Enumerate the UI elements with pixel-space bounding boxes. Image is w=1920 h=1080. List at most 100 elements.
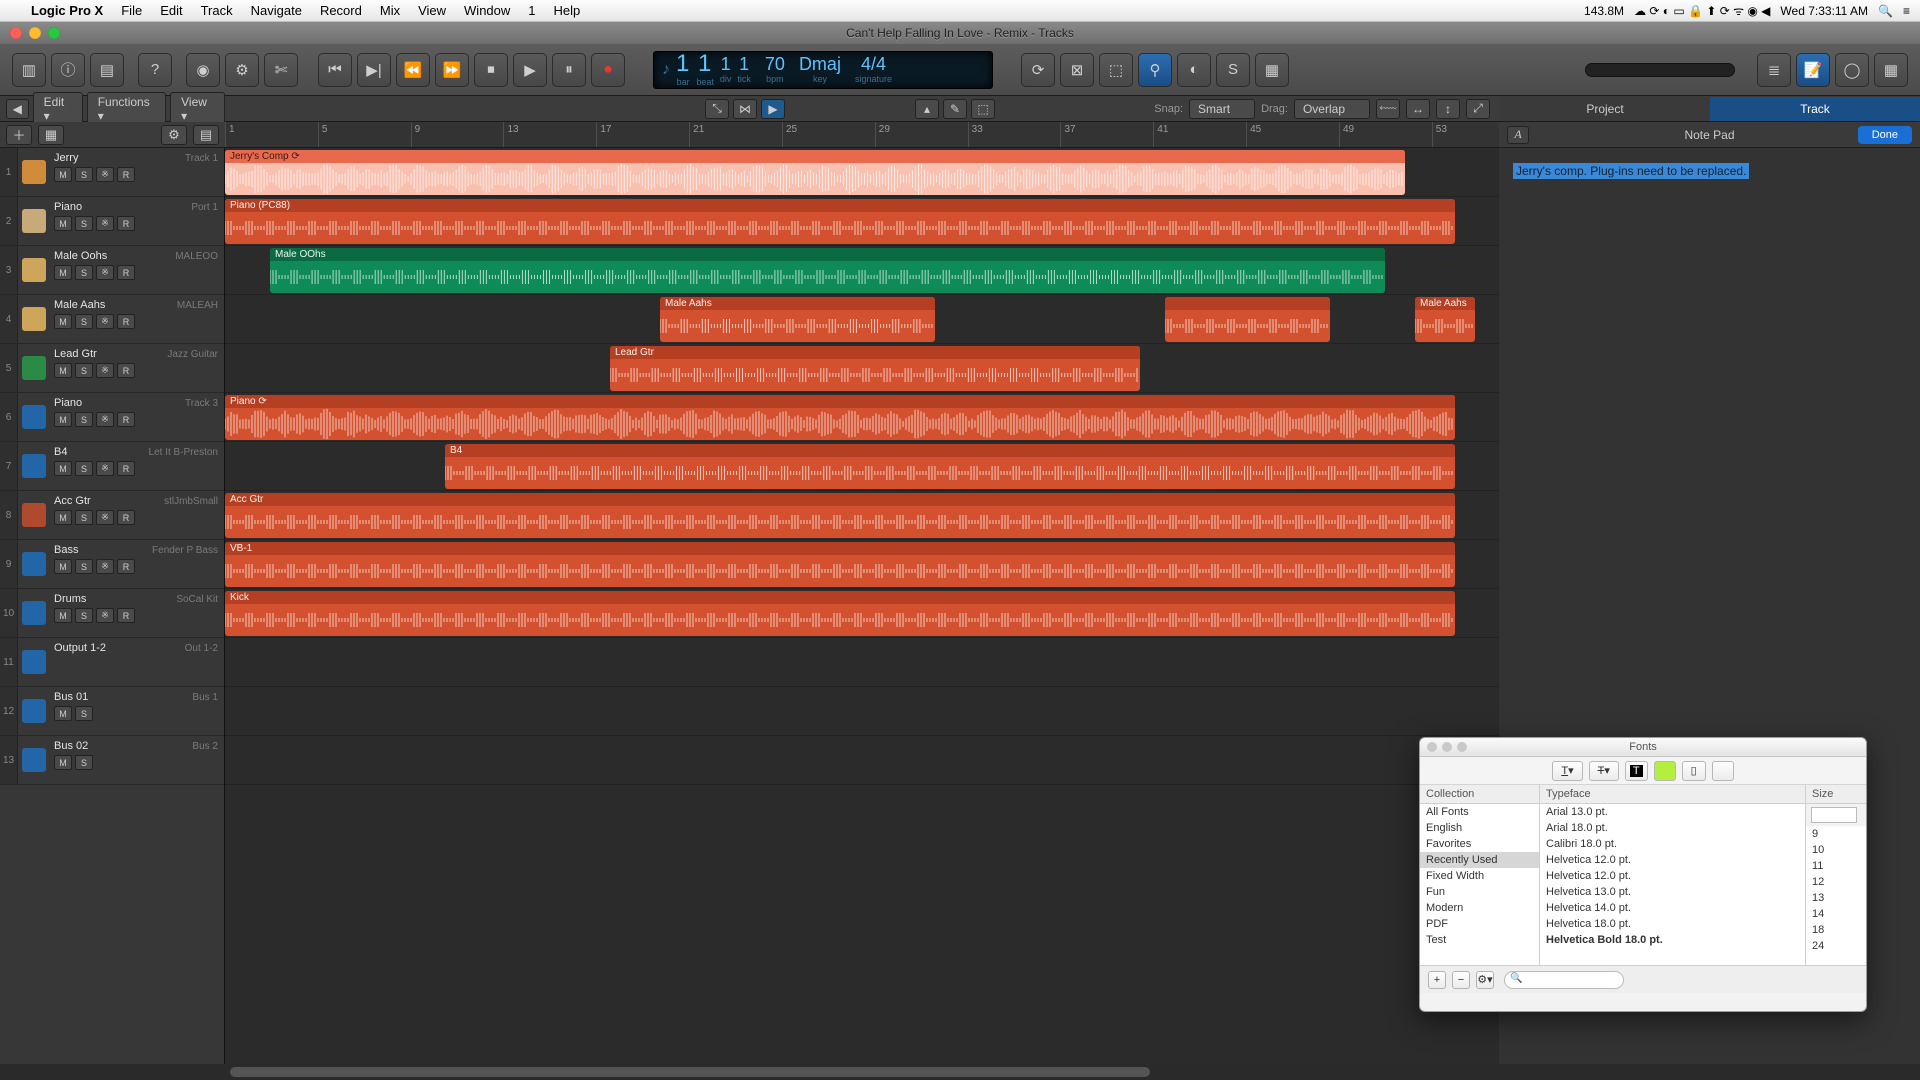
track-lane[interactable]: Male Aahs Male Aahs [225,295,1499,344]
menu-help[interactable]: Help [545,3,590,18]
track-m-button[interactable]: M [54,559,72,574]
collection-item[interactable]: Fun [1420,884,1539,900]
menu-icon[interactable]: ≡ [1903,4,1910,18]
editors-button[interactable]: ✄ [264,53,298,87]
fonts-search[interactable] [1504,971,1624,989]
menu-record[interactable]: Record [311,3,371,18]
track-lane[interactable] [225,638,1499,687]
menu-track[interactable]: Track [192,3,242,18]
track-※-button[interactable]: ※ [96,412,114,427]
region[interactable] [1165,297,1330,342]
underline-dropdown[interactable]: T ▾ [1552,761,1582,781]
track-s-button[interactable]: S [75,755,93,770]
loop-browser-button[interactable]: ◯ [1835,53,1869,87]
track-icon[interactable] [18,148,50,196]
size-item[interactable]: 18 [1806,922,1866,938]
track-r-button[interactable]: R [117,608,135,623]
collection-item[interactable]: All Fonts [1420,804,1539,820]
sync-button[interactable]: ◐ [1177,53,1211,87]
mixer-button[interactable]: ⚙ [225,53,259,87]
track-m-button[interactable]: M [54,314,72,329]
region[interactable]: Piano (PC88) [225,199,1455,244]
track-header[interactable]: 10 Drums SoCal Kit MS※R [0,589,224,638]
track-m-button[interactable]: M [54,706,72,721]
typeface-item[interactable]: Helvetica 13.0 pt. [1540,884,1805,900]
tab-project[interactable]: Project [1500,97,1710,121]
track-s-button[interactable]: S [75,216,93,231]
track-header[interactable]: 4 Male Aahs MALEAH MS※R [0,295,224,344]
menu-mix[interactable]: Mix [371,3,409,18]
spotlight-icon[interactable]: 🔍 [1878,4,1893,18]
track-header[interactable]: 7 B4 Let It B-Preston MS※R [0,442,224,491]
track-lane[interactable]: B4 [225,442,1499,491]
track-header[interactable]: 6 Piano Track 3 MS※R [0,393,224,442]
automation-toggle[interactable]: ⤡ [705,99,729,119]
drag-dropdown[interactable]: Overlap [1294,99,1370,119]
doc-color-button[interactable] [1654,761,1676,781]
track-m-button[interactable]: M [54,510,72,525]
track-lane[interactable] [225,687,1499,736]
flex-toggle[interactable]: ⋈ [733,99,757,119]
global-tracks-button[interactable]: ⚙ [161,125,187,145]
lcd-display[interactable]: ♪ 1bar 1beat 1div 1tick 70bpm Dmajkey 4/… [653,51,993,89]
pause-button[interactable]: ⏸ [552,53,586,87]
track-r-button[interactable]: R [117,265,135,280]
track-icon[interactable] [18,344,50,392]
typeface-item[interactable]: Arial 18.0 pt. [1540,820,1805,836]
track-m-button[interactable]: M [54,363,72,378]
action-menu[interactable]: ⚙▾ [1476,971,1494,989]
typeface-item[interactable]: Helvetica 12.0 pt. [1540,852,1805,868]
fonts-window[interactable]: Fonts T ▾ T ▾ T ▯ Collection All FontsEn… [1419,737,1867,1012]
rewind-fast-button[interactable]: ⏪ [396,53,430,87]
track-※-button[interactable]: ※ [96,608,114,623]
add-collection-button[interactable]: + [1428,971,1446,989]
track-※-button[interactable]: ※ [96,167,114,182]
track-filter-button[interactable]: ▤ [193,125,219,145]
autopunch-button[interactable]: ⬚ [1099,53,1133,87]
collection-item[interactable]: PDF [1420,916,1539,932]
collection-item[interactable]: Recently Used [1420,852,1539,868]
track-r-button[interactable]: R [117,412,135,427]
track-icon[interactable] [18,638,50,686]
track-header[interactable]: 13 Bus 02 Bus 2 MS [0,736,224,785]
track-header[interactable]: 8 Acc Gtr stlJmbSmall MS※R [0,491,224,540]
forward-end-button[interactable]: ▶| [357,53,391,87]
size-item[interactable]: 14 [1806,906,1866,922]
timeline-ruler[interactable]: 1591317212529333741454953 [225,122,1499,148]
zoom-window[interactable] [48,27,60,39]
track-header[interactable]: 5 Lead Gtr Jazz Guitar MS※R [0,344,224,393]
track-r-button[interactable]: R [117,216,135,231]
size-item[interactable]: 10 [1806,842,1866,858]
smart-controls-button[interactable]: ◉ [186,53,220,87]
minimize-window[interactable] [29,27,41,39]
track-header[interactable]: 11 Output 1-2 Out 1-2 [0,638,224,687]
region[interactable]: Kick [225,591,1455,636]
forward-fast-button[interactable]: ⏩ [435,53,469,87]
track-header[interactable]: 3 Male Oohs MALEOO MS※R [0,246,224,295]
track-icon[interactable] [18,246,50,294]
track-m-button[interactable]: M [54,216,72,231]
track-m-button[interactable]: M [54,608,72,623]
collection-item[interactable]: Fixed Width [1420,868,1539,884]
collection-item[interactable]: Favorites [1420,836,1539,852]
catch-playhead[interactable]: ▶ [761,99,785,119]
track-r-button[interactable]: R [117,559,135,574]
solo-button[interactable]: ⚲ [1138,53,1172,87]
track-header[interactable]: 9 Bass Fender P Bass MS※R [0,540,224,589]
remove-collection-button[interactable]: − [1452,971,1470,989]
region[interactable]: VB-1 [225,542,1455,587]
track-icon[interactable] [18,540,50,588]
region[interactable]: Acc Gtr [225,493,1455,538]
replace-button[interactable]: ⊠ [1060,53,1094,87]
track-icon[interactable] [18,197,50,245]
track-lane[interactable]: VB-1 [225,540,1499,589]
track-m-button[interactable]: M [54,167,72,182]
track-m-button[interactable]: M [54,412,72,427]
size-item[interactable]: 24 [1806,938,1866,954]
snap-dropdown[interactable]: Smart [1189,99,1255,119]
track-header[interactable]: 12 Bus 01 Bus 1 MS [0,687,224,736]
track-icon[interactable] [18,393,50,441]
track-※-button[interactable]: ※ [96,216,114,231]
track-lane[interactable]: Jerry's Comp ⟳ [225,148,1499,197]
notepad-text[interactable]: Jerry's comp. Plug-ins need to be replac… [1513,163,1749,179]
